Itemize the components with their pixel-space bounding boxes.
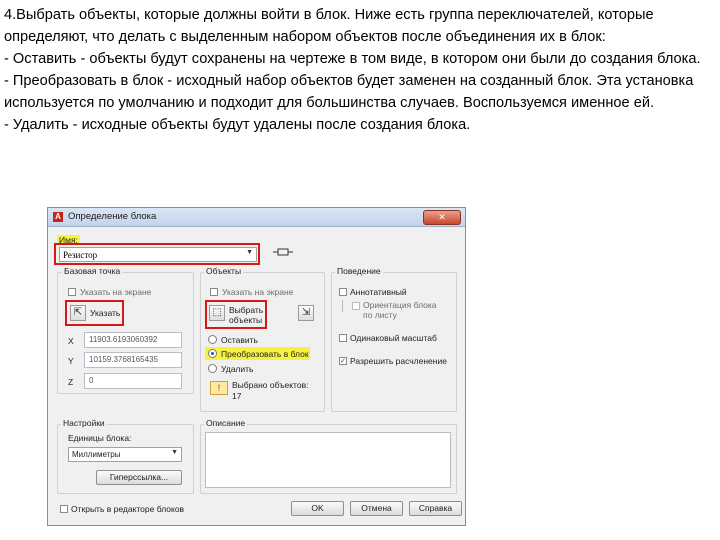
delete-radio[interactable] xyxy=(208,364,217,373)
units-value: Миллиметры xyxy=(72,450,121,459)
z-label: Z xyxy=(68,377,74,387)
chevron-down-icon: ▼ xyxy=(171,449,178,456)
behavior-title: Поведение xyxy=(335,266,383,276)
autocad-logo-icon: A xyxy=(53,212,63,222)
warning-icon: ! xyxy=(210,381,228,395)
z-input[interactable]: 0 xyxy=(84,373,182,389)
instruction-line: - Удалить - исходные объекты будут удале… xyxy=(4,117,471,133)
ok-button[interactable]: OK xyxy=(291,501,344,516)
help-button[interactable]: Справка xyxy=(409,501,462,516)
cancel-button[interactable]: Отмена xyxy=(350,501,403,516)
indent-line xyxy=(342,300,347,312)
base-specify-checkbox[interactable] xyxy=(68,288,76,296)
objects-specify-checkbox[interactable] xyxy=(210,288,218,296)
convert-label: Преобразовать в блок xyxy=(221,349,309,359)
retain-radio[interactable] xyxy=(208,335,217,344)
selected-count-value: 17 xyxy=(232,391,242,401)
block-preview-icon xyxy=(273,248,293,256)
hyperlink-button[interactable]: Гиперссылка... xyxy=(96,470,182,485)
match-orientation-label: Ориентация блока по листу xyxy=(363,300,437,320)
objects-specify-label: Указать на экране xyxy=(222,287,294,297)
open-in-editor-checkbox[interactable] xyxy=(60,505,68,513)
instruction-line: - Оставить - объекты будут сохранены на … xyxy=(4,51,701,67)
description-title: Описание xyxy=(204,418,248,428)
y-input[interactable]: 10159.3768165435 xyxy=(84,352,182,368)
units-label: Единицы блока: xyxy=(68,433,132,443)
uniform-scale-label: Одинаковый масштаб xyxy=(350,333,437,343)
match-orientation-checkbox[interactable] xyxy=(352,302,360,310)
dialog-titlebar[interactable]: A Определение блока ✕ xyxy=(48,208,465,227)
description-textarea[interactable] xyxy=(205,432,451,488)
select-objects-highlight-frame xyxy=(205,300,267,329)
allow-explode-label: Разрешить расчленение xyxy=(350,356,447,366)
objects-title: Объекты xyxy=(204,266,244,276)
delete-label: Удалить xyxy=(221,364,254,374)
pick-point-highlight-frame xyxy=(65,300,124,326)
annotative-checkbox[interactable] xyxy=(339,288,347,296)
instruction-line: - Преобразовать в блок - исходный набор … xyxy=(4,73,694,111)
annotative-label: Аннотативный xyxy=(350,287,407,297)
uniform-scale-checkbox[interactable] xyxy=(339,334,347,342)
instructions-text: 4.Выбрать объекты, которые должны войти … xyxy=(4,4,716,136)
retain-label: Оставить xyxy=(221,335,258,345)
instruction-line: 4.Выбрать объекты, которые должны войти … xyxy=(4,7,654,45)
base-specify-label: Указать на экране xyxy=(80,287,152,297)
base-point-title: Базовая точка xyxy=(62,266,123,276)
x-input[interactable]: 11903.6193060392 xyxy=(84,332,182,348)
units-combobox[interactable]: Миллиметры ▼ xyxy=(68,447,182,462)
x-label: X xyxy=(68,336,74,346)
close-button[interactable]: ✕ xyxy=(423,210,461,225)
convert-radio[interactable] xyxy=(208,349,217,358)
settings-title: Настройки xyxy=(61,418,107,428)
block-definition-dialog: A Определение блока ✕ Имя: Резистор ▼ Ба… xyxy=(47,207,466,526)
y-label: Y xyxy=(68,356,74,366)
dialog-title: Определение блока xyxy=(68,211,157,222)
allow-explode-checkbox[interactable]: ✓ xyxy=(339,357,347,365)
open-in-editor-label: Открыть в редакторе блоков xyxy=(71,504,185,514)
name-highlight-frame xyxy=(54,243,260,265)
selected-count-label: Выбрано объектов: xyxy=(232,380,309,390)
quick-select-icon[interactable]: ⇲ xyxy=(298,305,314,321)
